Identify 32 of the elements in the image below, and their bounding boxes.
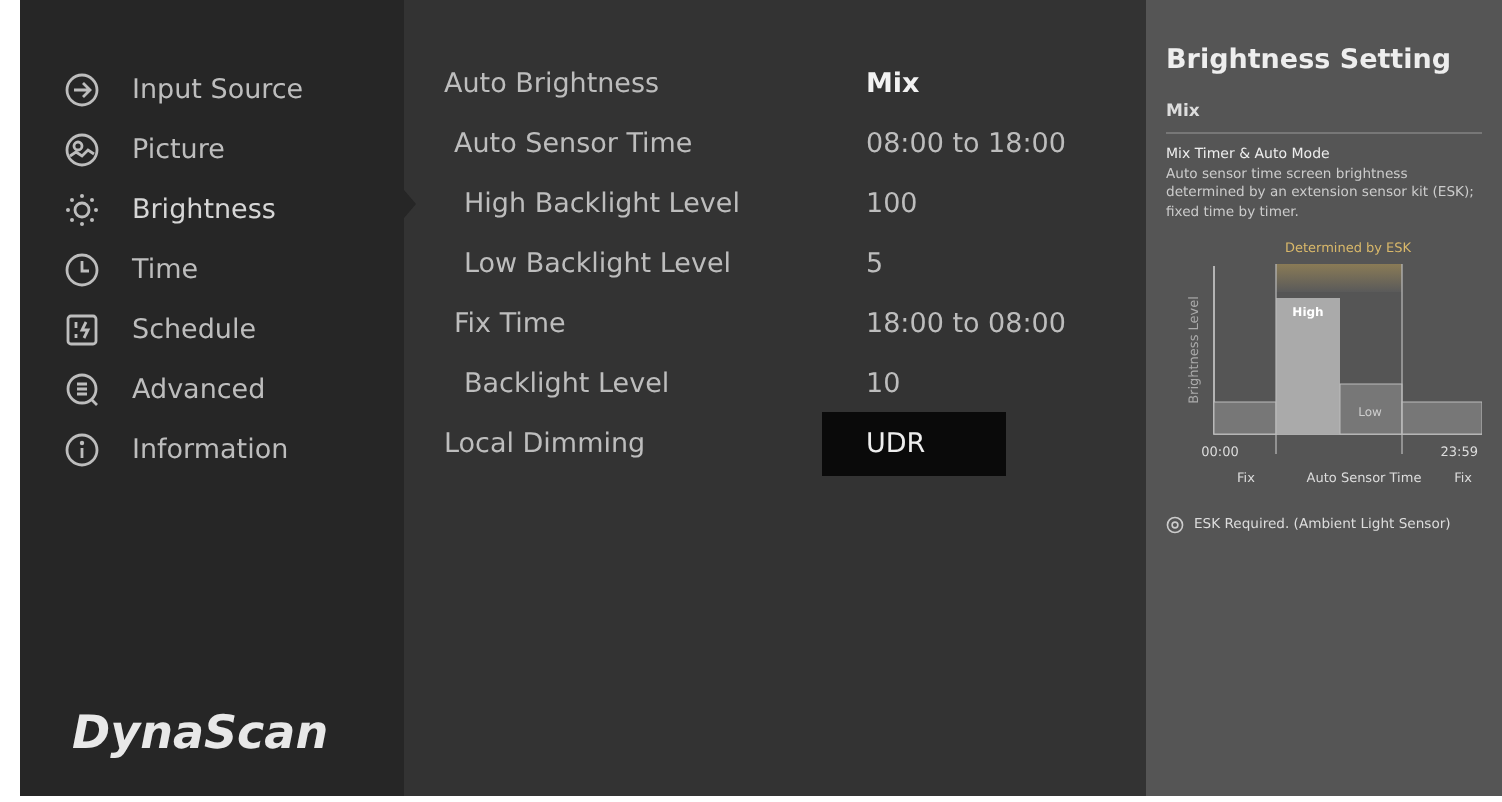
menu-item[interactable]: Picture: [20, 120, 404, 180]
clock-icon: [64, 252, 100, 288]
setting-label: Low Backlight Level: [462, 245, 733, 284]
setting-value[interactable]: 18:00 to 08:00: [822, 294, 1090, 354]
menu-item[interactable]: Advanced: [20, 360, 404, 420]
setting-value[interactable]: 10: [822, 354, 925, 414]
setting-label: High Backlight Level: [462, 185, 742, 224]
search-list-icon: [64, 372, 100, 408]
esk-gradient-bar: [1276, 264, 1402, 293]
setting-value[interactable]: Mix: [822, 54, 944, 114]
setting-value[interactable]: 08:00 to 18:00: [822, 114, 1090, 174]
image-icon: [64, 132, 100, 168]
setting-value[interactable]: 100: [822, 174, 942, 234]
setting-value[interactable]: UDR: [822, 412, 1006, 476]
brand-logo: DynaScan: [70, 705, 331, 763]
menu-item[interactable]: Brightness: [20, 180, 404, 240]
info-icon: [64, 432, 100, 468]
setting-label: Backlight Level: [462, 365, 672, 404]
mode-subtitle: Mix: [1166, 100, 1482, 134]
schedule-icon: [64, 312, 100, 348]
menu-item[interactable]: Information: [20, 420, 404, 480]
menu-item[interactable]: Schedule: [20, 300, 404, 360]
menu-item[interactable]: Time: [20, 240, 404, 300]
setting-label: Auto Sensor Time: [452, 125, 695, 164]
setting-label: Local Dimming: [442, 425, 648, 464]
menu-item[interactable]: Input Source: [20, 60, 404, 120]
sensor-icon: [1166, 515, 1184, 534]
setting-label: Fix Time: [452, 305, 568, 344]
panel-title: Brightness Setting: [1166, 42, 1454, 80]
sun-icon: [64, 192, 100, 228]
setting-label: Auto Brightness: [442, 65, 662, 104]
setting-value[interactable]: 5: [822, 234, 908, 294]
